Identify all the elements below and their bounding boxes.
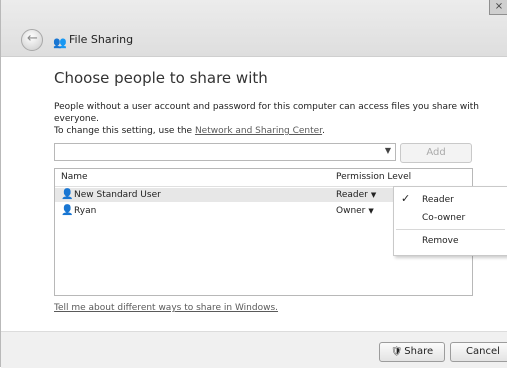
close-button[interactable]: ⨯ bbox=[489, 0, 507, 15]
user-icon: 👤 bbox=[61, 189, 74, 200]
permission-value: Reader bbox=[336, 190, 368, 200]
back-arrow-icon: ← bbox=[27, 31, 38, 46]
menu-item-co-owner[interactable]: Co-owner bbox=[422, 213, 465, 223]
description-line2: To change this setting, use the Network … bbox=[54, 125, 507, 137]
share-button[interactable]: 🛡 Share bbox=[379, 342, 445, 362]
menu-separator bbox=[396, 229, 505, 230]
user-name: Ryan bbox=[74, 206, 97, 216]
shield-icon: 🛡 bbox=[390, 347, 403, 357]
permission-context-menu: ✓ Reader Co-owner Remove bbox=[393, 186, 507, 256]
chevron-down-icon[interactable]: ▼ bbox=[385, 146, 391, 155]
description-line1: People without a user account and passwo… bbox=[54, 102, 479, 124]
chevron-down-icon: ▼ bbox=[368, 207, 374, 215]
window-title: File Sharing bbox=[69, 33, 134, 46]
back-button[interactable]: ← bbox=[21, 29, 43, 51]
column-header-permission[interactable]: Permission Level bbox=[336, 172, 411, 182]
menu-item-remove[interactable]: Remove bbox=[422, 236, 459, 246]
permission-dropdown[interactable]: Reader ▼ bbox=[336, 190, 376, 200]
user-picker-combobox[interactable]: ▼ bbox=[54, 143, 396, 161]
add-button[interactable]: Add bbox=[400, 143, 472, 163]
list-header: Name Permission Level bbox=[55, 169, 472, 187]
description-prefix: To change this setting, use the bbox=[54, 126, 195, 136]
network-sharing-center-link[interactable]: Network and Sharing Center bbox=[195, 126, 322, 136]
list-row[interactable]: 👤 Ryan Owner ▼ bbox=[55, 204, 395, 218]
permission-value: Owner bbox=[336, 206, 366, 216]
file-sharing-window: ⨯ ← 👥 File Sharing Choose people to shar… bbox=[0, 0, 507, 368]
sharing-icon: 👥 bbox=[53, 36, 67, 49]
user-icon: 👤 bbox=[61, 205, 74, 216]
page-heading: Choose people to share with bbox=[54, 69, 268, 87]
cancel-button[interactable]: Cancel bbox=[450, 342, 507, 362]
menu-item-reader[interactable]: Reader bbox=[422, 195, 454, 205]
column-header-name[interactable]: Name bbox=[61, 172, 88, 182]
chevron-down-icon: ▼ bbox=[370, 191, 377, 199]
share-label: Share bbox=[404, 346, 434, 357]
description: People without a user account and passwo… bbox=[54, 101, 507, 137]
help-link[interactable]: Tell me about different ways to share in… bbox=[54, 303, 278, 313]
permission-dropdown[interactable]: Owner ▼ bbox=[336, 206, 374, 216]
title-bar: ⨯ ← 👥 File Sharing bbox=[1, 0, 507, 57]
checkmark-icon: ✓ bbox=[401, 192, 411, 205]
description-suffix: . bbox=[322, 126, 325, 136]
user-name: New Standard User bbox=[74, 190, 161, 200]
